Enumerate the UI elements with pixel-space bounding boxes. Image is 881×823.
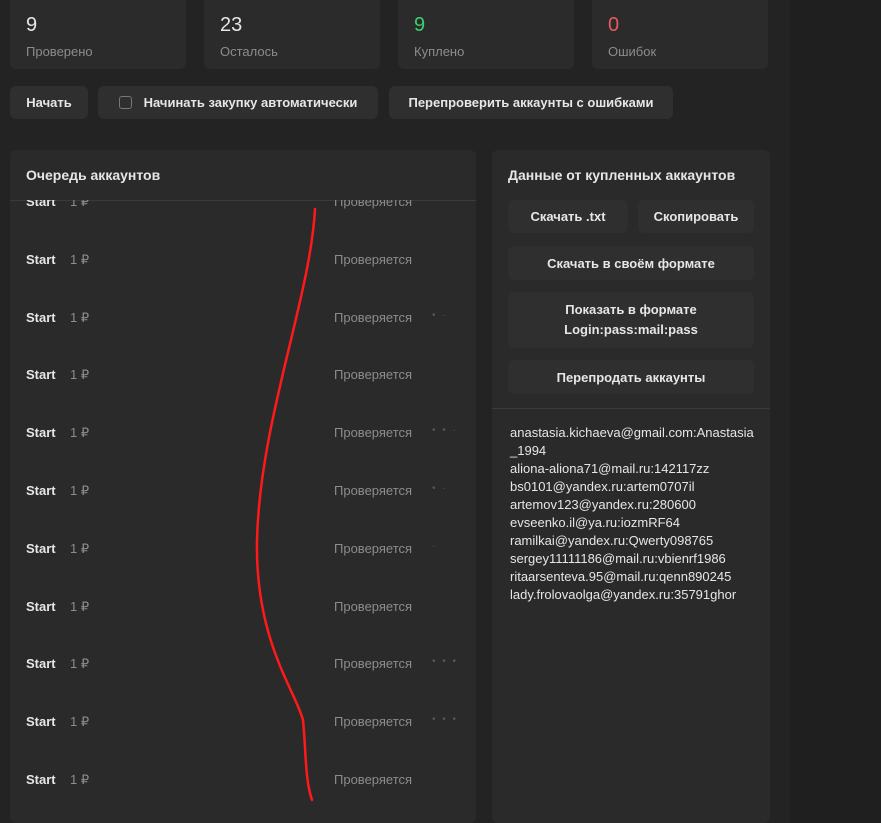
red-annotation-stroke [255, 207, 317, 802]
